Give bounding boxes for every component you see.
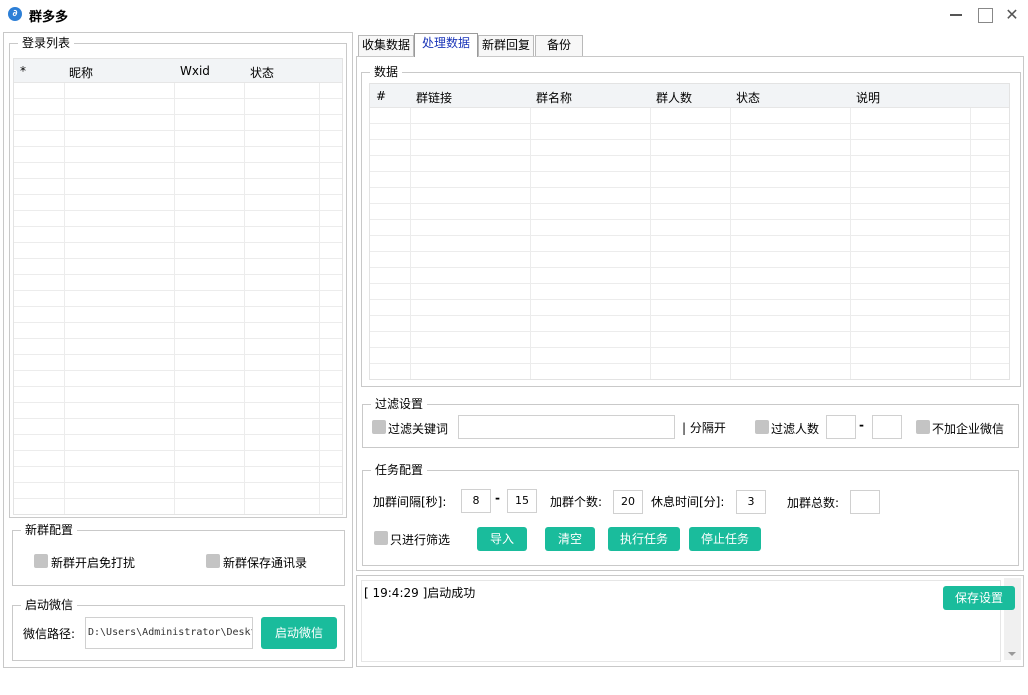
col-number: # (376, 89, 387, 103)
interval-label: 加群间隔[秒]: (373, 495, 447, 509)
data-table[interactable]: # 群链接 群名称 群人数 状态 说明 (369, 83, 1010, 380)
min-members-input[interactable] (826, 415, 856, 439)
wechat-path-label: 微信路径: (23, 627, 76, 641)
join-count-label: 加群个数: (550, 495, 603, 509)
col-status: 状态 (250, 66, 275, 80)
col-index: * (20, 64, 26, 78)
col-description: 说明 (856, 91, 881, 105)
tab-process-data[interactable]: 处理数据 (414, 33, 478, 57)
data-group: 数据 # 群链接 群名称 群人数 状态 说明 (361, 64, 1021, 387)
member-range-dash: - (859, 418, 864, 432)
member-filter-checkbox[interactable] (755, 420, 769, 434)
filter-settings-group: 过滤设置 过滤关键词 | 分隔开 过滤人数 - 不加企业微信 (362, 396, 1019, 448)
interval-range-dash: - (495, 491, 500, 505)
login-list-rows[interactable] (14, 83, 342, 514)
login-list-legend: 登录列表 (18, 35, 75, 51)
separator-hint: | 分隔开 (682, 421, 726, 435)
filter-settings-legend: 过滤设置 (371, 396, 428, 412)
login-list-table[interactable]: * 昵称 Wxid 状态 (13, 58, 343, 515)
col-group-name: 群名称 (536, 91, 573, 105)
login-list-header: * 昵称 Wxid 状态 (14, 59, 342, 83)
tab-backup[interactable]: 备份 (535, 35, 583, 56)
data-legend: 数据 (370, 64, 403, 80)
launch-wechat-legend: 启动微信 (21, 597, 78, 613)
save-contacts-label: 新群保存通讯录 (223, 556, 308, 570)
new-group-config-group: 新群配置 新群开启免打扰 新群保存通讯录 (12, 522, 345, 586)
log-panel[interactable]: [ 19:4:29 ]启动成功 保存设置 (356, 575, 1024, 667)
max-members-input[interactable] (872, 415, 902, 439)
save-contacts-checkbox[interactable] (206, 554, 220, 568)
app-logo-icon: ∂ (8, 7, 22, 21)
keyword-filter-input[interactable] (458, 415, 675, 439)
col-nickname: 昵称 (69, 66, 94, 80)
process-data-panel: 数据 # 群链接 群名称 群人数 状态 说明 过滤设置 过滤关键词 | 分隔开 … (356, 56, 1024, 571)
wechat-path-input[interactable]: D:\Users\Administrator\Deskt (85, 617, 253, 649)
left-panel: 登录列表 * 昵称 Wxid 状态 新群配置 新群开启免打扰 新群保存通讯录 启… (3, 32, 353, 668)
keyword-filter-label: 过滤关键词 (388, 422, 449, 436)
tab-new-group-reply[interactable]: 新群回复 (478, 35, 534, 56)
save-settings-button[interactable]: 保存设置 (943, 586, 1015, 610)
total-joins-input[interactable] (850, 490, 880, 514)
member-filter-label: 过滤人数 (771, 422, 820, 436)
login-list-group: 登录列表 * 昵称 Wxid 状态 (9, 35, 347, 518)
scroll-down-icon[interactable] (1008, 652, 1016, 656)
col-member-count: 群人数 (656, 91, 693, 105)
launch-wechat-group: 启动微信 微信路径: D:\Users\Administrator\Deskt … (12, 597, 345, 661)
interval-max-input[interactable]: 15 (507, 489, 537, 513)
log-entry: [ 19:4:29 ]启动成功 (364, 586, 476, 600)
tab-collect-data[interactable]: 收集数据 (358, 35, 414, 56)
col-data-status: 状态 (736, 91, 761, 105)
close-icon[interactable]: ✕ (1003, 6, 1021, 24)
maximize-icon[interactable] (975, 6, 993, 24)
launch-wechat-button[interactable]: 启动微信 (261, 617, 337, 649)
exclude-enterprise-checkbox[interactable] (916, 420, 930, 434)
window-title: 群多多 (29, 10, 69, 25)
filter-only-checkbox[interactable] (374, 531, 388, 545)
data-table-header: # 群链接 群名称 群人数 状态 说明 (370, 84, 1009, 108)
title-bar: ∂ 群多多 ✕ (0, 0, 1028, 30)
import-button[interactable]: 导入 (477, 527, 527, 551)
exclude-enterprise-label: 不加企业微信 (932, 422, 1005, 436)
data-table-rows[interactable] (370, 108, 1009, 379)
rest-time-input[interactable]: 3 (736, 490, 766, 514)
execute-task-button[interactable]: 执行任务 (608, 527, 680, 551)
task-config-group: 任务配置 加群间隔[秒]: 8 - 15 加群个数: 20 休息时间[分]: 3… (362, 462, 1019, 566)
log-area[interactable]: [ 19:4:29 ]启动成功 (361, 580, 1001, 662)
task-config-legend: 任务配置 (371, 462, 428, 478)
join-count-input[interactable]: 20 (613, 490, 643, 514)
stop-task-button[interactable]: 停止任务 (689, 527, 761, 551)
interval-min-input[interactable]: 8 (461, 489, 491, 513)
mute-new-group-label: 新群开启免打扰 (51, 556, 136, 570)
col-wxid: Wxid (180, 64, 210, 78)
new-group-config-legend: 新群配置 (21, 522, 78, 538)
total-joins-label: 加群总数: (787, 496, 840, 510)
minimize-icon[interactable] (947, 6, 965, 24)
filter-only-label: 只进行筛选 (390, 533, 451, 547)
rest-time-label: 休息时间[分]: (651, 495, 725, 509)
clear-button[interactable]: 清空 (545, 527, 595, 551)
keyword-filter-checkbox[interactable] (372, 420, 386, 434)
col-group-link: 群链接 (416, 91, 453, 105)
mute-new-group-checkbox[interactable] (34, 554, 48, 568)
